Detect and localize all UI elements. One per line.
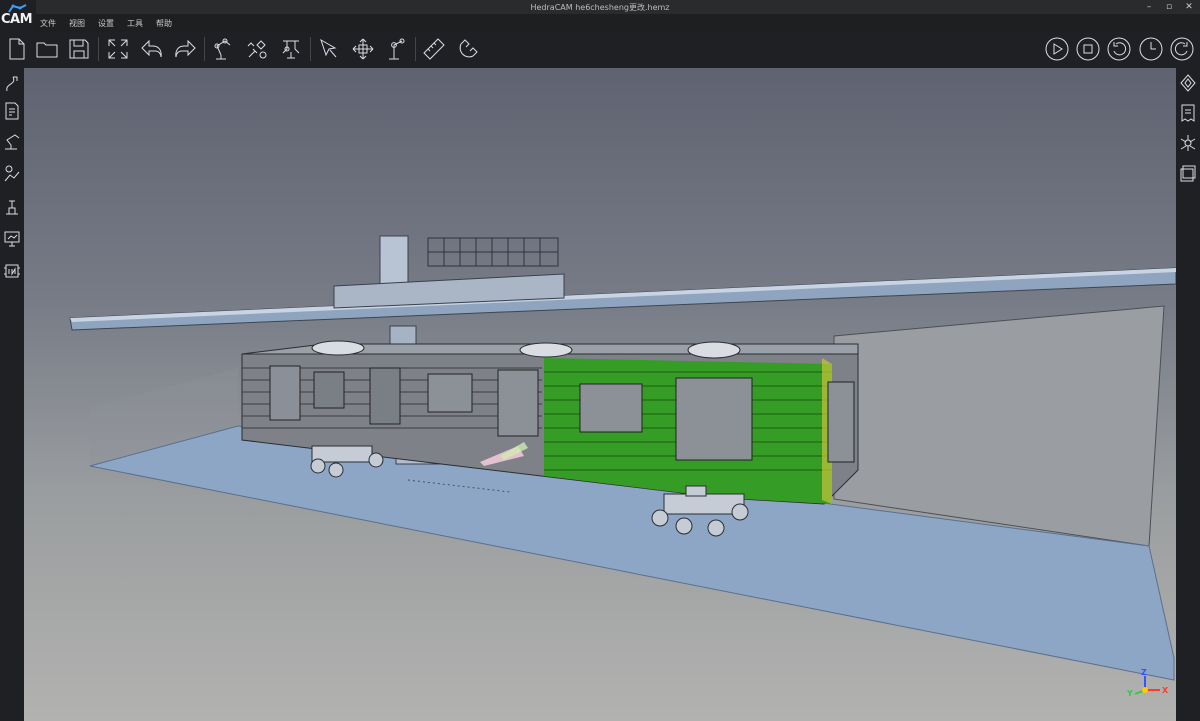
clock-icon	[1139, 37, 1163, 61]
fit-view-icon	[108, 39, 128, 59]
minimize-button[interactable]: –	[1144, 2, 1154, 12]
path-icon	[6, 76, 18, 92]
robot-joint-icon	[389, 38, 405, 60]
io-signal-icon	[4, 264, 20, 278]
sidebar-robot-button[interactable]	[2, 128, 22, 154]
sidebar-fixture-button[interactable]	[2, 193, 22, 219]
logo-text: CAM	[1, 12, 33, 27]
sidebar-document-button[interactable]	[1178, 100, 1198, 126]
robot-arm-button[interactable]	[208, 34, 238, 64]
undo-icon	[141, 39, 162, 58]
window-title: HedraCAM he6chesheng更改.hemz	[530, 3, 670, 12]
undo-button[interactable]	[137, 34, 167, 64]
robot-tool-button[interactable]	[242, 34, 272, 64]
axis-y-label: Y	[1126, 689, 1133, 698]
rotate-ccw-button[interactable]	[1104, 34, 1134, 64]
scene-canvas: Z X Y	[69, 235, 1176, 698]
robot-arm-icon	[214, 38, 231, 60]
save-button[interactable]	[64, 34, 94, 64]
left-sidebar	[0, 68, 24, 721]
robot-arm-side-icon	[5, 134, 20, 150]
snap-button[interactable]	[453, 34, 483, 64]
sidebar-monitor-button[interactable]	[2, 226, 22, 252]
close-button[interactable]: ✕	[1184, 2, 1194, 12]
window-controls: – ▫ ✕	[1144, 2, 1194, 12]
redo-icon	[175, 39, 196, 58]
menu-settings[interactable]: 设置	[98, 17, 114, 31]
rotate-ccw-icon	[1107, 37, 1131, 61]
3d-viewport[interactable]: Z X Y	[24, 68, 1176, 721]
select-cursor-icon	[320, 38, 337, 58]
select-button[interactable]	[314, 34, 344, 64]
open-file-button[interactable]	[32, 34, 62, 64]
sidebar-network-button[interactable]	[1178, 130, 1198, 156]
robot-joint-button[interactable]	[381, 34, 411, 64]
move-button[interactable]	[348, 34, 378, 64]
fit-view-button[interactable]	[103, 34, 133, 64]
back-wall	[833, 305, 1165, 547]
sidebar-path-button[interactable]	[2, 70, 22, 96]
sidebar-nav-button[interactable]	[1178, 70, 1198, 96]
sidebar-io-button[interactable]	[2, 258, 22, 284]
network-icon	[1180, 135, 1196, 151]
save-icon	[69, 39, 89, 59]
right-sidebar	[1176, 68, 1200, 721]
menu-file[interactable]: 文件	[40, 17, 56, 31]
open-folder-icon	[36, 42, 58, 58]
rotate-cw-icon	[1170, 37, 1194, 61]
measure-button[interactable]	[419, 34, 449, 64]
stop-icon	[1076, 37, 1100, 61]
title-bar: HedraCAM he6chesheng更改.hemz – ▫ ✕	[0, 0, 1200, 14]
robot-tool-icon	[247, 40, 267, 59]
play-button[interactable]	[1042, 34, 1072, 64]
move-icon	[352, 38, 374, 60]
gantry-robot-icon	[282, 40, 300, 59]
rotate-cw-button[interactable]	[1167, 34, 1197, 64]
fixture-icon	[6, 200, 18, 215]
workpiece-icon	[4, 165, 20, 182]
new-file-button[interactable]	[2, 34, 32, 64]
axis-x-label: X	[1162, 686, 1169, 695]
new-file-icon	[9, 38, 25, 60]
sidebar-layers-button[interactable]	[1178, 160, 1198, 186]
magnet-icon	[459, 39, 478, 58]
monitor-robot-icon	[4, 231, 20, 247]
document-icon	[1181, 104, 1195, 122]
menu-view[interactable]: 视图	[69, 17, 85, 31]
menu-bar: 文件 视图 设置 工具 帮助	[40, 17, 172, 31]
app-logo: CAM	[0, 0, 36, 32]
play-icon	[1045, 37, 1069, 61]
clock-button[interactable]	[1136, 34, 1166, 64]
program-edit-icon	[5, 102, 19, 120]
stop-button[interactable]	[1073, 34, 1103, 64]
diamond-nav-icon	[1180, 74, 1196, 92]
layers-icon	[1180, 165, 1196, 182]
gantry-beam-top	[70, 268, 1176, 322]
menu-tools[interactable]: 工具	[127, 17, 143, 31]
sidebar-workpiece-button[interactable]	[2, 160, 22, 186]
redo-button[interactable]	[170, 34, 200, 64]
gantry-robot-button[interactable]	[276, 34, 306, 64]
main-toolbar	[0, 32, 1200, 68]
sidebar-program-button[interactable]	[2, 98, 22, 124]
axis-z-label: Z	[1141, 668, 1147, 677]
maximize-button[interactable]: ▫	[1164, 2, 1174, 12]
menu-help[interactable]: 帮助	[156, 17, 172, 31]
ruler-icon	[423, 38, 445, 60]
